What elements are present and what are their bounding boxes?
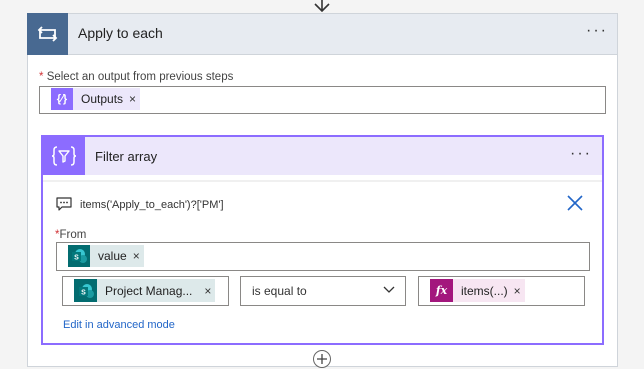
select-output-label-text: Select an output from previous steps bbox=[46, 71, 234, 83]
remove-token-icon[interactable]: × bbox=[129, 92, 140, 106]
items-expression-token-label: items(...) bbox=[461, 283, 508, 298]
filter-icon bbox=[43, 137, 85, 175]
loop-icon bbox=[27, 13, 68, 55]
remove-token-icon[interactable]: × bbox=[133, 249, 144, 263]
arrow-down-icon bbox=[314, 0, 330, 12]
comment-text[interactable]: items('Apply_to_each')?['PM'] bbox=[80, 199, 224, 211]
operator-selected-value: is equal to bbox=[252, 284, 307, 298]
project-manager-token[interactable]: S Project Manag... × bbox=[74, 279, 216, 302]
remove-token-icon[interactable]: × bbox=[514, 284, 525, 298]
select-output-label: * Select an output from previous steps bbox=[39, 71, 233, 83]
edit-advanced-mode-link[interactable]: Edit in advanced mode bbox=[63, 319, 175, 331]
from-label: *From bbox=[55, 229, 86, 241]
required-marker: * bbox=[39, 71, 44, 83]
sharepoint-icon: S bbox=[68, 245, 90, 267]
apply-to-each-title: Apply to each bbox=[78, 25, 163, 41]
comment-icon bbox=[56, 197, 72, 211]
chevron-down-icon[interactable] bbox=[383, 285, 395, 295]
fx-icon: fx bbox=[430, 279, 453, 302]
svg-text:S: S bbox=[81, 289, 86, 296]
close-icon[interactable] bbox=[566, 194, 584, 212]
value-token[interactable]: S value × bbox=[68, 245, 144, 267]
svg-text:S: S bbox=[74, 255, 79, 262]
outputs-token-label: Outputs bbox=[81, 92, 124, 106]
more-options-icon[interactable]: ··· bbox=[586, 22, 608, 40]
filter-array-title: Filter array bbox=[95, 149, 158, 164]
remove-token-icon[interactable]: × bbox=[204, 284, 215, 298]
sharepoint-icon: S bbox=[74, 279, 97, 302]
more-options-icon[interactable]: ··· bbox=[570, 145, 592, 163]
project-manager-token-label: Project Manag... bbox=[105, 283, 193, 298]
outputs-token[interactable]: {∕} Outputs × bbox=[51, 88, 141, 110]
add-step-icon[interactable] bbox=[312, 349, 332, 369]
value-token-label: value bbox=[98, 249, 127, 263]
variable-icon: {∕} bbox=[51, 88, 73, 110]
from-label-text: From bbox=[59, 229, 87, 241]
items-expression-token[interactable]: fx items(...) × bbox=[430, 279, 525, 302]
